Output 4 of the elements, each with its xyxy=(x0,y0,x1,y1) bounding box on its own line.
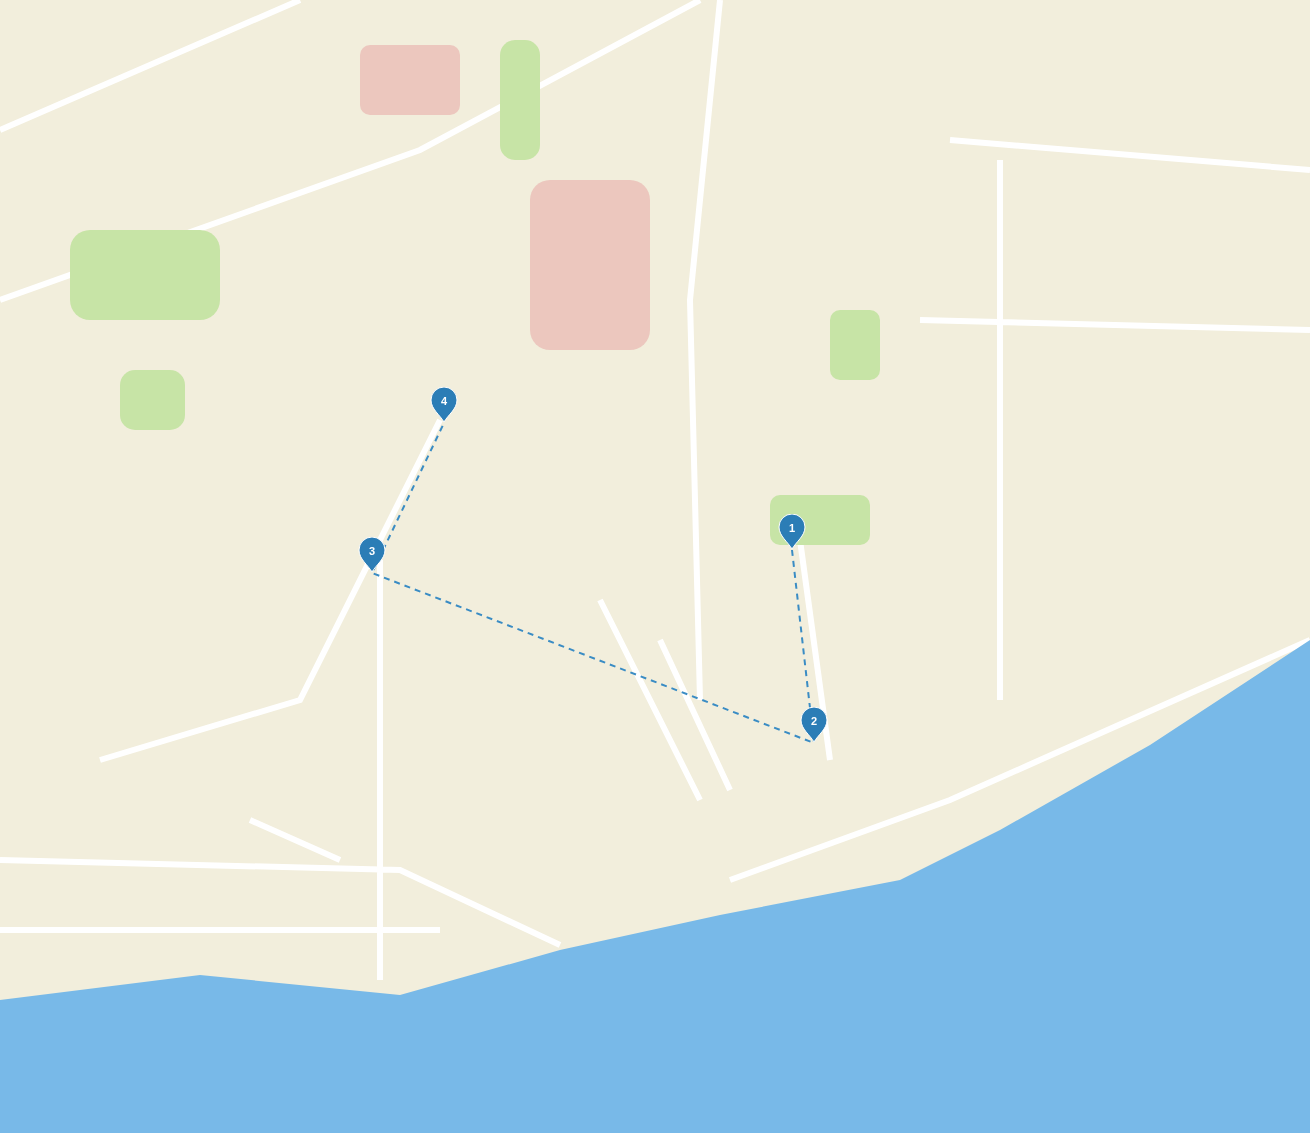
map-marker[interactable]: 1 xyxy=(778,514,806,550)
map-marker[interactable]: 3 xyxy=(358,537,386,573)
map-marker[interactable]: 4 xyxy=(430,387,458,423)
map-marker[interactable]: 2 xyxy=(800,707,828,743)
